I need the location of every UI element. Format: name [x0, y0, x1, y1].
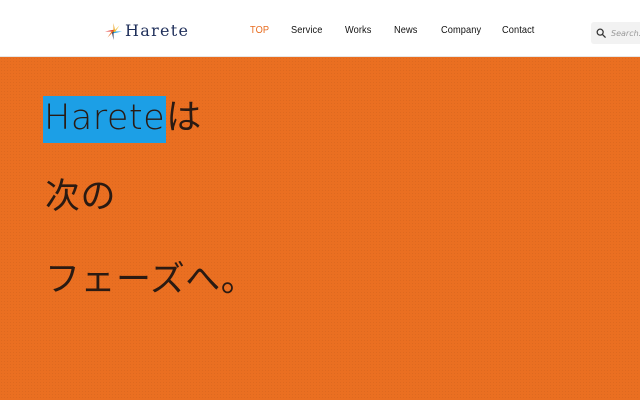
search-input[interactable] [611, 28, 640, 38]
hero-highlight: Harete [43, 96, 167, 143]
search-icon[interactable] [596, 28, 606, 38]
logo[interactable]: Harete [105, 20, 189, 42]
logo-mark-icon [105, 22, 122, 40]
hero-line-1: Hareteは [43, 96, 202, 143]
hero-line-3: フェーズへ。 [45, 260, 257, 300]
hero-section: Hareteは 次の フェーズへ。 [0, 57, 640, 400]
nav-item-contact[interactable]: Contact [502, 24, 534, 36]
nav-item-works[interactable]: Works [345, 24, 371, 36]
nav-item-company[interactable]: Company [441, 24, 481, 36]
logo-text: Harete [125, 21, 190, 40]
nav-item-service[interactable]: Service [291, 24, 322, 36]
site-header: Harete TOP Service Works News Company Co… [0, 0, 640, 57]
hero-line-2: 次の [45, 177, 117, 217]
nav-item-news[interactable]: News [394, 24, 417, 36]
hero-line-1-rest: は [166, 98, 202, 138]
search-box [591, 22, 640, 44]
nav-item-top[interactable]: TOP [250, 24, 269, 36]
